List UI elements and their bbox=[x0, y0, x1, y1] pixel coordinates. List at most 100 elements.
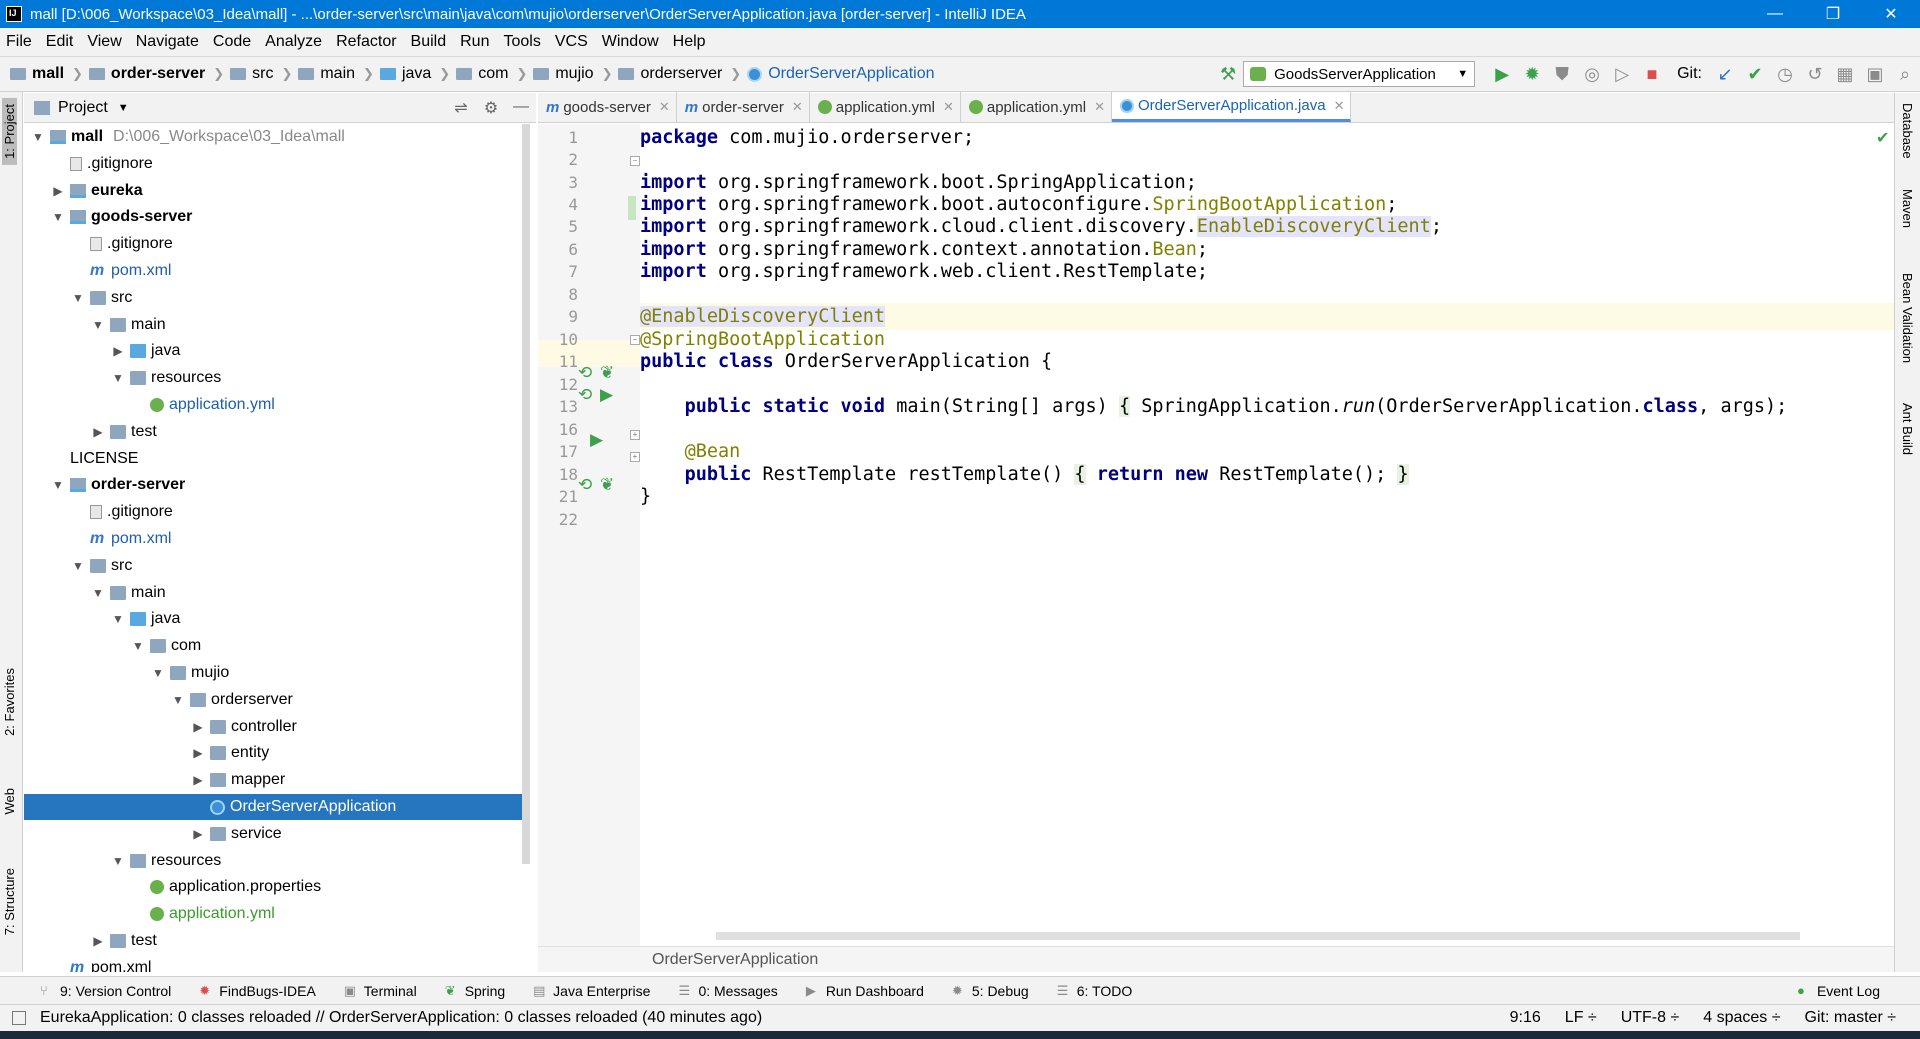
tab-database[interactable]: Database bbox=[1900, 103, 1915, 159]
chevron-down-icon[interactable]: ▼ bbox=[30, 130, 46, 144]
tab-terminal[interactable]: ▣ Terminal bbox=[344, 983, 417, 999]
run-configuration-select[interactable]: GoodsServerApplication ▼ bbox=[1243, 61, 1476, 87]
spring-bean-icon[interactable]: ⟲ bbox=[578, 363, 592, 383]
menu-run[interactable]: Run bbox=[460, 33, 489, 51]
tab-favorites[interactable]: 2: Favorites bbox=[2, 662, 17, 742]
tab-maven[interactable]: Maven bbox=[1900, 189, 1915, 228]
crumb-main[interactable]: main ❯ bbox=[298, 65, 374, 83]
tab-bean-validation[interactable]: Bean Validation bbox=[1900, 273, 1915, 363]
tree-item[interactable]: ▶ entity bbox=[24, 740, 528, 766]
indent-setting[interactable]: 4 spaces ÷ bbox=[1703, 1009, 1780, 1027]
layout-toggle-icon[interactable] bbox=[12, 1011, 26, 1025]
tree-item[interactable]: ▶ eureka bbox=[24, 178, 528, 204]
git-commit-icon[interactable]: ✔ bbox=[1742, 61, 1768, 87]
menu-view[interactable]: View bbox=[87, 33, 121, 51]
close-tab-icon[interactable]: ✕ bbox=[659, 99, 670, 115]
chevron-right-icon[interactable]: ▶ bbox=[190, 746, 206, 760]
crumb-orderserverapplication[interactable]: OrderServerApplication bbox=[747, 65, 935, 83]
tree-item[interactable]: ▼ main bbox=[24, 580, 528, 606]
profile-icon[interactable]: ◎ bbox=[1579, 61, 1605, 87]
chevron-down-icon[interactable]: ▼ bbox=[50, 210, 66, 224]
coverage-icon[interactable]: ⛊ bbox=[1549, 61, 1575, 87]
tree-item[interactable]: ▼ order-server bbox=[24, 472, 528, 498]
editor-breadcrumb[interactable]: OrderServerApplication bbox=[538, 946, 1894, 972]
chevron-down-icon[interactable]: ▼ bbox=[110, 854, 126, 868]
minimize-button[interactable]: — bbox=[1746, 0, 1804, 28]
tree-item[interactable]: ▼ resources bbox=[24, 848, 528, 874]
fold-marker[interactable]: − bbox=[630, 335, 640, 345]
project-structure-icon[interactable]: ▦ bbox=[1832, 61, 1858, 87]
tree-item[interactable]: ▼ main bbox=[24, 312, 528, 338]
tab-run-dashboard[interactable]: ▶ Run Dashboard bbox=[806, 983, 924, 999]
run-disabled-icon[interactable]: ▷ bbox=[1609, 61, 1635, 87]
build-hammer-icon[interactable]: ⚒ bbox=[1215, 61, 1241, 87]
tree-item[interactable]: application.yml bbox=[24, 392, 528, 418]
chevron-down-icon[interactable]: ▼ bbox=[50, 478, 66, 492]
editor-tab[interactable]: OrderServerApplication.java ✕ bbox=[1111, 92, 1352, 122]
chevron-right-icon[interactable]: ▶ bbox=[110, 344, 126, 358]
editor-tab[interactable]: m order-server ✕ bbox=[677, 92, 810, 122]
menu-vcs[interactable]: VCS bbox=[555, 33, 588, 51]
tab-debug[interactable]: ✹ 5: Debug bbox=[952, 983, 1029, 999]
tree-item[interactable]: ▼ orderserver bbox=[24, 687, 528, 713]
tab-spring[interactable]: ❦ Spring bbox=[445, 983, 505, 999]
maximize-button[interactable]: ❐ bbox=[1804, 0, 1862, 28]
menu-build[interactable]: Build bbox=[411, 33, 447, 51]
tree-item[interactable]: ▶ java bbox=[24, 338, 528, 364]
tab-event-log[interactable]: ● Event Log bbox=[1797, 983, 1880, 999]
chevron-down-icon[interactable]: ▼ bbox=[70, 559, 86, 573]
tree-item[interactable]: OrderServerApplication bbox=[24, 794, 528, 820]
tree-item[interactable]: LICENSE bbox=[24, 446, 528, 472]
tree-item[interactable]: ▼ mall D:\006_Workspace\03_Idea\mall bbox=[24, 124, 528, 150]
crumb-java[interactable]: java ❯ bbox=[379, 65, 450, 83]
tab-ant-build[interactable]: Ant Build bbox=[1900, 403, 1915, 455]
chevron-right-icon[interactable]: ▶ bbox=[50, 184, 66, 198]
tree-item[interactable]: ▶ service bbox=[24, 821, 528, 847]
close-tab-icon[interactable]: ✕ bbox=[943, 99, 954, 115]
chevron-down-icon[interactable]: ▼ bbox=[70, 291, 86, 305]
run-class-icon[interactable]: ▶ bbox=[600, 385, 613, 405]
tree-item[interactable]: m pom.xml bbox=[24, 955, 528, 972]
tree-item[interactable]: ▶ test bbox=[24, 419, 528, 445]
tree-item[interactable]: ▼ java bbox=[24, 606, 528, 632]
tree-item[interactable]: .gitignore bbox=[24, 151, 528, 177]
chevron-down-icon[interactable]: ▼ bbox=[90, 586, 106, 600]
tab-todo[interactable]: ☰ 6: TODO bbox=[1057, 983, 1133, 999]
chevron-down-icon[interactable]: ▼ bbox=[170, 693, 186, 707]
editor-horizontal-scrollbar[interactable] bbox=[716, 932, 1800, 940]
chevron-right-icon[interactable]: ▶ bbox=[190, 827, 206, 841]
menu-window[interactable]: Window bbox=[602, 33, 659, 51]
tree-item[interactable]: ▼ com bbox=[24, 633, 528, 659]
tree-item[interactable]: m pom.xml bbox=[24, 258, 528, 284]
chevron-down-icon[interactable]: ▼ bbox=[90, 318, 106, 332]
chevron-right-icon[interactable]: ▶ bbox=[190, 773, 206, 787]
git-update-icon[interactable]: ↙ bbox=[1712, 61, 1738, 87]
file-encoding[interactable]: UTF-8 ÷ bbox=[1621, 1009, 1680, 1027]
inspection-ok-icon[interactable]: ✔ bbox=[1876, 128, 1889, 148]
tab-java-enterprise[interactable]: ▤ Java Enterprise bbox=[533, 983, 650, 999]
editor-tab[interactable]: m goods-server ✕ bbox=[538, 92, 677, 122]
fold-marker[interactable]: + bbox=[630, 452, 640, 462]
tree-item[interactable]: ▶ mapper bbox=[24, 767, 528, 793]
menu-refactor[interactable]: Refactor bbox=[336, 33, 396, 51]
hide-icon[interactable]: — bbox=[506, 98, 536, 118]
chevron-right-icon[interactable]: ▶ bbox=[190, 720, 206, 734]
menu-analyze[interactable]: Analyze bbox=[265, 33, 322, 51]
project-panel-title[interactable]: Project bbox=[58, 99, 108, 117]
cursor-position[interactable]: 9:16 bbox=[1510, 1009, 1541, 1027]
editor-tab[interactable]: application.yml ✕ bbox=[810, 92, 961, 122]
code-editor[interactable]: package com.mujio.orderserver; import or… bbox=[640, 124, 1894, 946]
chevron-down-icon[interactable]: ▼ bbox=[118, 102, 129, 114]
menu-navigate[interactable]: Navigate bbox=[136, 33, 199, 51]
editor-tab[interactable]: application.yml ✕ bbox=[961, 92, 1112, 122]
chevron-down-icon[interactable]: ▼ bbox=[110, 371, 126, 385]
debug-icon[interactable]: ✹ bbox=[1519, 61, 1545, 87]
run-main-icon[interactable]: ▶ bbox=[590, 430, 603, 450]
line-separator[interactable]: LF ÷ bbox=[1565, 1009, 1597, 1027]
spring-bean-icon[interactable]: ⟲ bbox=[578, 385, 592, 405]
tree-item[interactable]: ▼ goods-server bbox=[24, 204, 528, 230]
crumb-src[interactable]: src ❯ bbox=[230, 65, 292, 83]
close-tab-icon[interactable]: ✕ bbox=[1334, 98, 1345, 114]
git-branch[interactable]: Git: master ÷ bbox=[1805, 1009, 1896, 1027]
git-history-icon[interactable]: ◷ bbox=[1772, 61, 1798, 87]
